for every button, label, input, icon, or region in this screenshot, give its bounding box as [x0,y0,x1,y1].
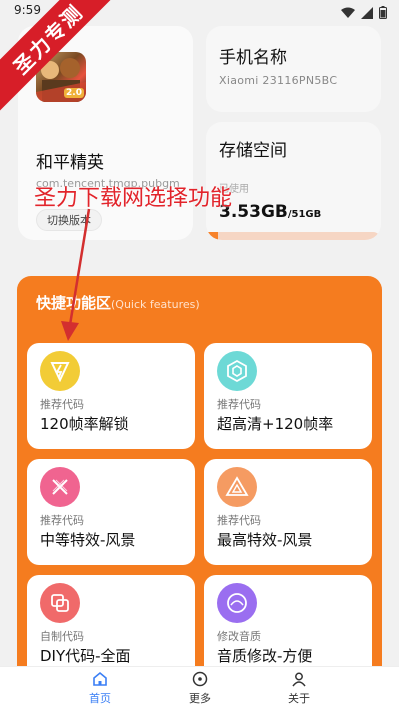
hexagon-icon [217,351,257,391]
feature-name: 120帧率解锁 [40,415,129,433]
sound-icon [217,583,257,623]
compass-icon [170,671,230,689]
feature-category: 推荐代码 [217,398,261,411]
feature-category: 推荐代码 [40,398,84,411]
nav-label-about: 关于 [288,692,310,705]
feature-category: 修改音质 [217,630,261,643]
nav-item-more[interactable]: 更多 [170,671,230,706]
feature-category: 自制代码 [40,630,84,643]
feature-card-medium-scenery[interactable]: 推荐代码 中等特效-风景 [27,459,195,565]
layers-icon [40,583,80,623]
feature-card-uhd-120fps[interactable]: 推荐代码 超高清+120帧率 [204,343,372,449]
status-icons [341,4,387,23]
feature-category: 推荐代码 [40,514,84,527]
feature-name: 超高清+120帧率 [217,415,334,433]
storage-used: 3.53GB/51GB [219,202,321,222]
phone-model-value: Xiaomi 23116PN5BC [219,74,338,87]
feature-card-highest-scenery[interactable]: 推荐代码 最高特效-风景 [204,459,372,565]
user-icon [269,671,329,689]
feature-name: 最高特效-风景 [217,531,313,549]
feature-category: 推荐代码 [217,514,261,527]
nav-label-more: 更多 [189,692,211,705]
nav-item-home[interactable]: 首页 [70,671,130,706]
annotation-arrow-icon [61,208,91,341]
status-time: 9:59 [14,3,41,17]
feature-card-120fps[interactable]: 推荐代码 120帧率解锁 [27,343,195,449]
storage-card: 存储空间 已使用 3.53GB/51GB [206,122,381,240]
quick-features-subtitle: (Quick features) [111,298,200,311]
cross-icon [40,467,80,507]
storage-title: 存储空间 [219,141,287,161]
storage-progress-fill [206,232,219,240]
home-icon [70,671,130,689]
phone-name-title: 手机名称 [219,48,287,68]
storage-progress-bar [206,232,381,240]
app-icon-badge: 2.0 [64,88,84,98]
lightning-icon [40,351,80,391]
feature-name: 中等特效-风景 [40,531,136,549]
battery-icon [379,4,387,23]
feature-name: DIY代码-全面 [40,647,131,665]
bottom-navigation: 首页 更多 关于 [0,666,399,711]
storage-total-value: /51GB [287,209,322,220]
signal-icon [361,4,373,23]
app-name: 和平精英 [36,153,104,173]
feature-name: 音质修改-方便 [217,647,313,665]
triangle-icon [217,467,257,507]
wifi-icon [341,4,355,23]
phone-name-card: 手机名称 Xiaomi 23116PN5BC [206,26,381,112]
nav-item-about[interactable]: 关于 [269,671,329,706]
nav-label-home: 首页 [89,692,111,705]
